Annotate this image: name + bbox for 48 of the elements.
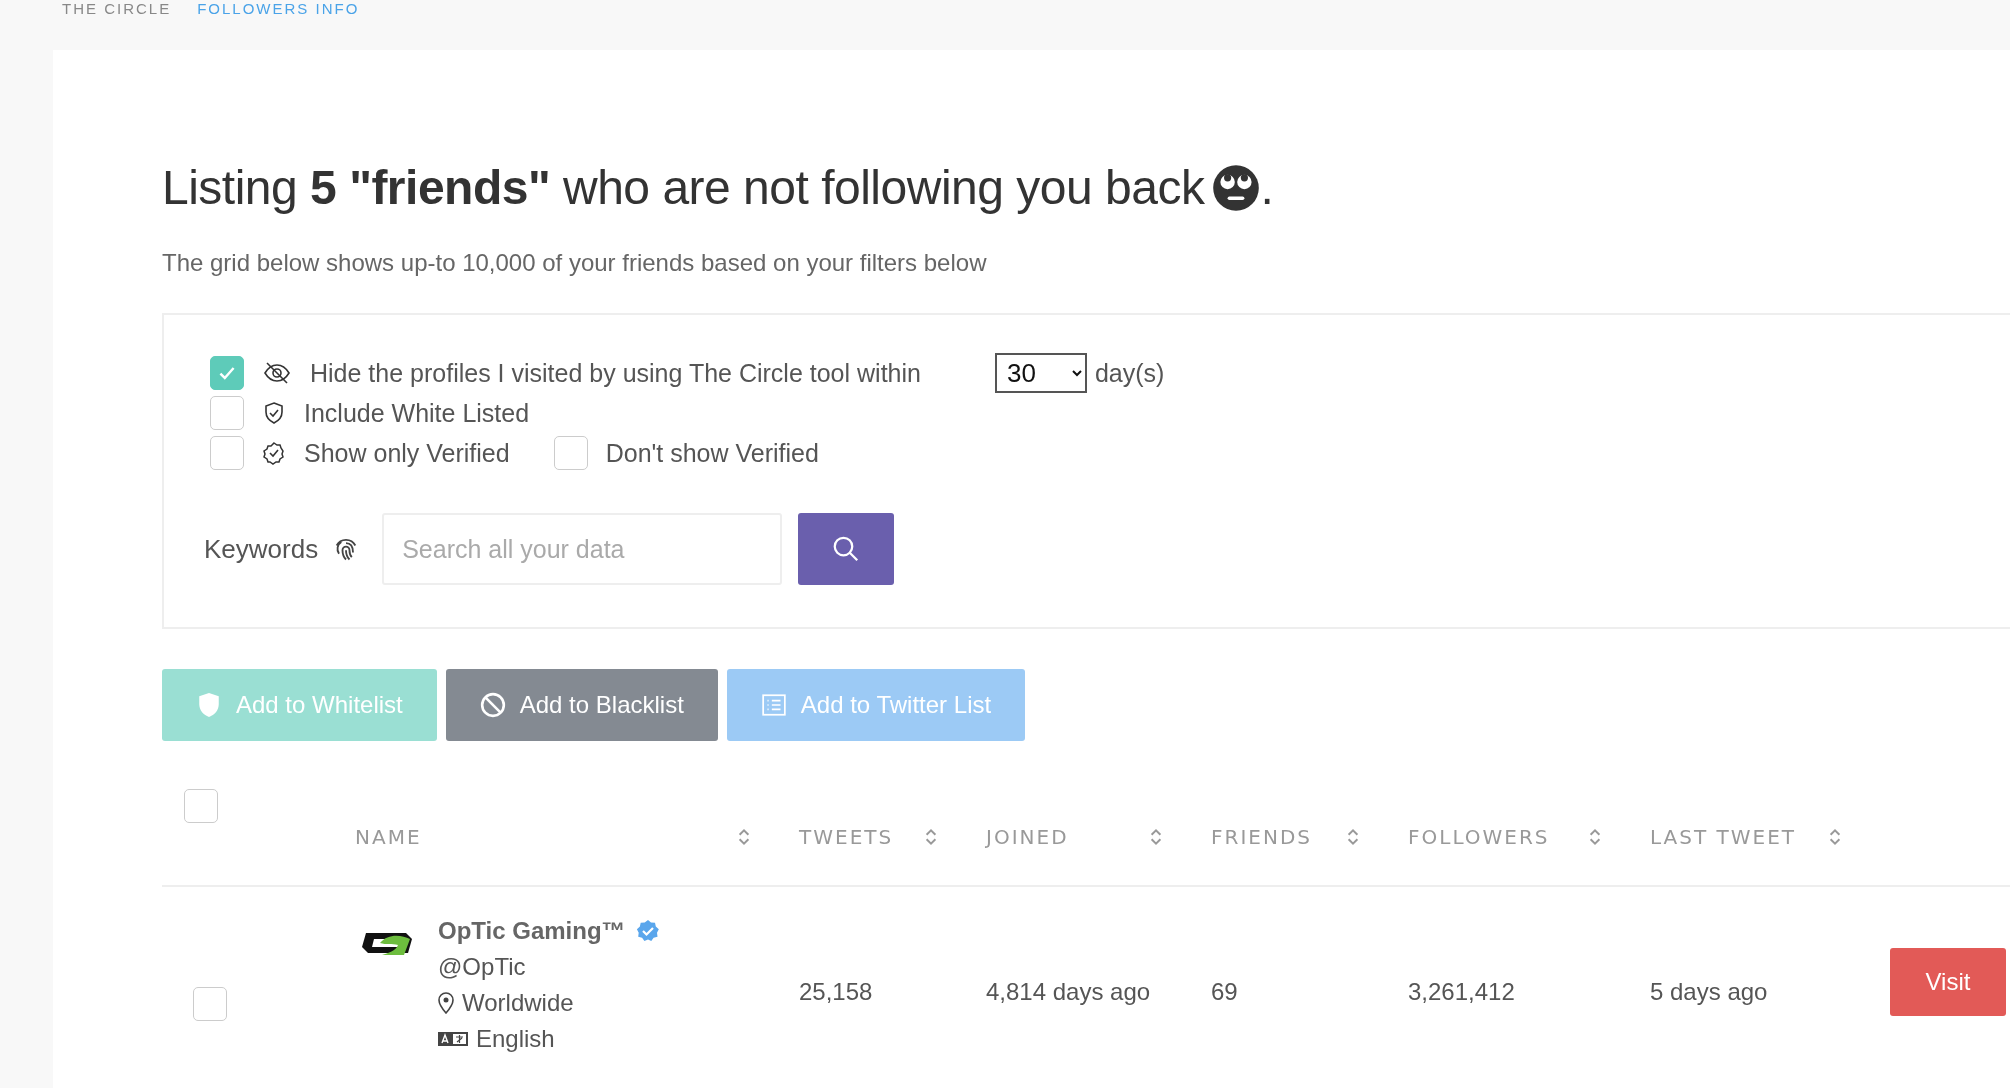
account-language: English xyxy=(476,1025,555,1053)
filter-label: Don't show Verified xyxy=(605,438,819,468)
page-subtitle: The grid below shows up-to 10,000 of your friends based on your filters below xyxy=(162,249,988,277)
action-button[interactable]: Add to Twitter List xyxy=(726,669,1026,741)
checkbox[interactable] xyxy=(210,436,244,470)
shield-check-icon xyxy=(196,692,222,718)
account-handle: @OpTic xyxy=(438,953,527,981)
action-button[interactable]: Add to Whitelist xyxy=(162,669,437,741)
visit-button[interactable]: Visit xyxy=(1890,948,2006,1016)
search-button[interactable] xyxy=(798,513,895,585)
days-unit: day(s) xyxy=(1094,358,1165,388)
column-header[interactable]: FRIENDS xyxy=(1211,825,1312,849)
row-checkbox[interactable] xyxy=(193,987,227,1021)
badge-check-icon xyxy=(262,441,286,465)
action-button[interactable]: Add to Blacklist xyxy=(445,669,718,741)
checkbox[interactable] xyxy=(553,436,588,470)
keywords-label: Keywords xyxy=(204,533,319,565)
followers-count: 3,261,412 xyxy=(1408,978,1515,1005)
account-name[interactable]: OpTic Gaming™ xyxy=(438,917,626,945)
eye-slash-icon xyxy=(262,361,292,385)
column-header[interactable]: LAST TWEET xyxy=(1650,825,1797,849)
account-location: Worldwide xyxy=(462,989,574,1017)
shield-check-icon xyxy=(262,401,286,425)
column-header[interactable]: JOINED xyxy=(986,825,1069,849)
filter-label: Show only Verified xyxy=(304,438,510,468)
checkbox[interactable] xyxy=(210,356,244,390)
breadcrumb-item[interactable]: THE CIRCLE xyxy=(62,0,172,17)
heading-period: . xyxy=(1260,160,1274,215)
page-heading: Listing 5 "friends" who are not following you back xyxy=(162,160,1205,215)
list-icon xyxy=(760,692,787,718)
days-select[interactable]: 30 xyxy=(994,353,1087,393)
column-header[interactable]: NAME xyxy=(355,825,422,849)
language-icon xyxy=(438,1031,468,1047)
location-pin-icon xyxy=(438,992,454,1014)
filter-label: Hide the profiles I visited by using The Circle tool within xyxy=(310,358,921,388)
joined-date: 4,814 days ago xyxy=(986,978,1151,1005)
ban-icon xyxy=(479,692,506,718)
tweets-count: 25,158 xyxy=(799,978,873,1005)
column-header[interactable]: FOLLOWERS xyxy=(1408,825,1550,849)
friends-count: 69 xyxy=(1211,978,1238,1005)
checkbox[interactable] xyxy=(210,396,244,430)
rolling-eyes-face-icon xyxy=(1212,163,1261,212)
breadcrumb-link[interactable]: FOLLOWERS INFO xyxy=(197,0,360,17)
last-tweet-time: 5 days ago xyxy=(1650,978,1768,1005)
select-all-checkbox[interactable] xyxy=(184,789,218,823)
column-header[interactable]: TWEETS xyxy=(799,825,894,849)
search-field[interactable]: Search all your data xyxy=(382,513,783,585)
filter-label: Include White Listed xyxy=(304,398,530,428)
